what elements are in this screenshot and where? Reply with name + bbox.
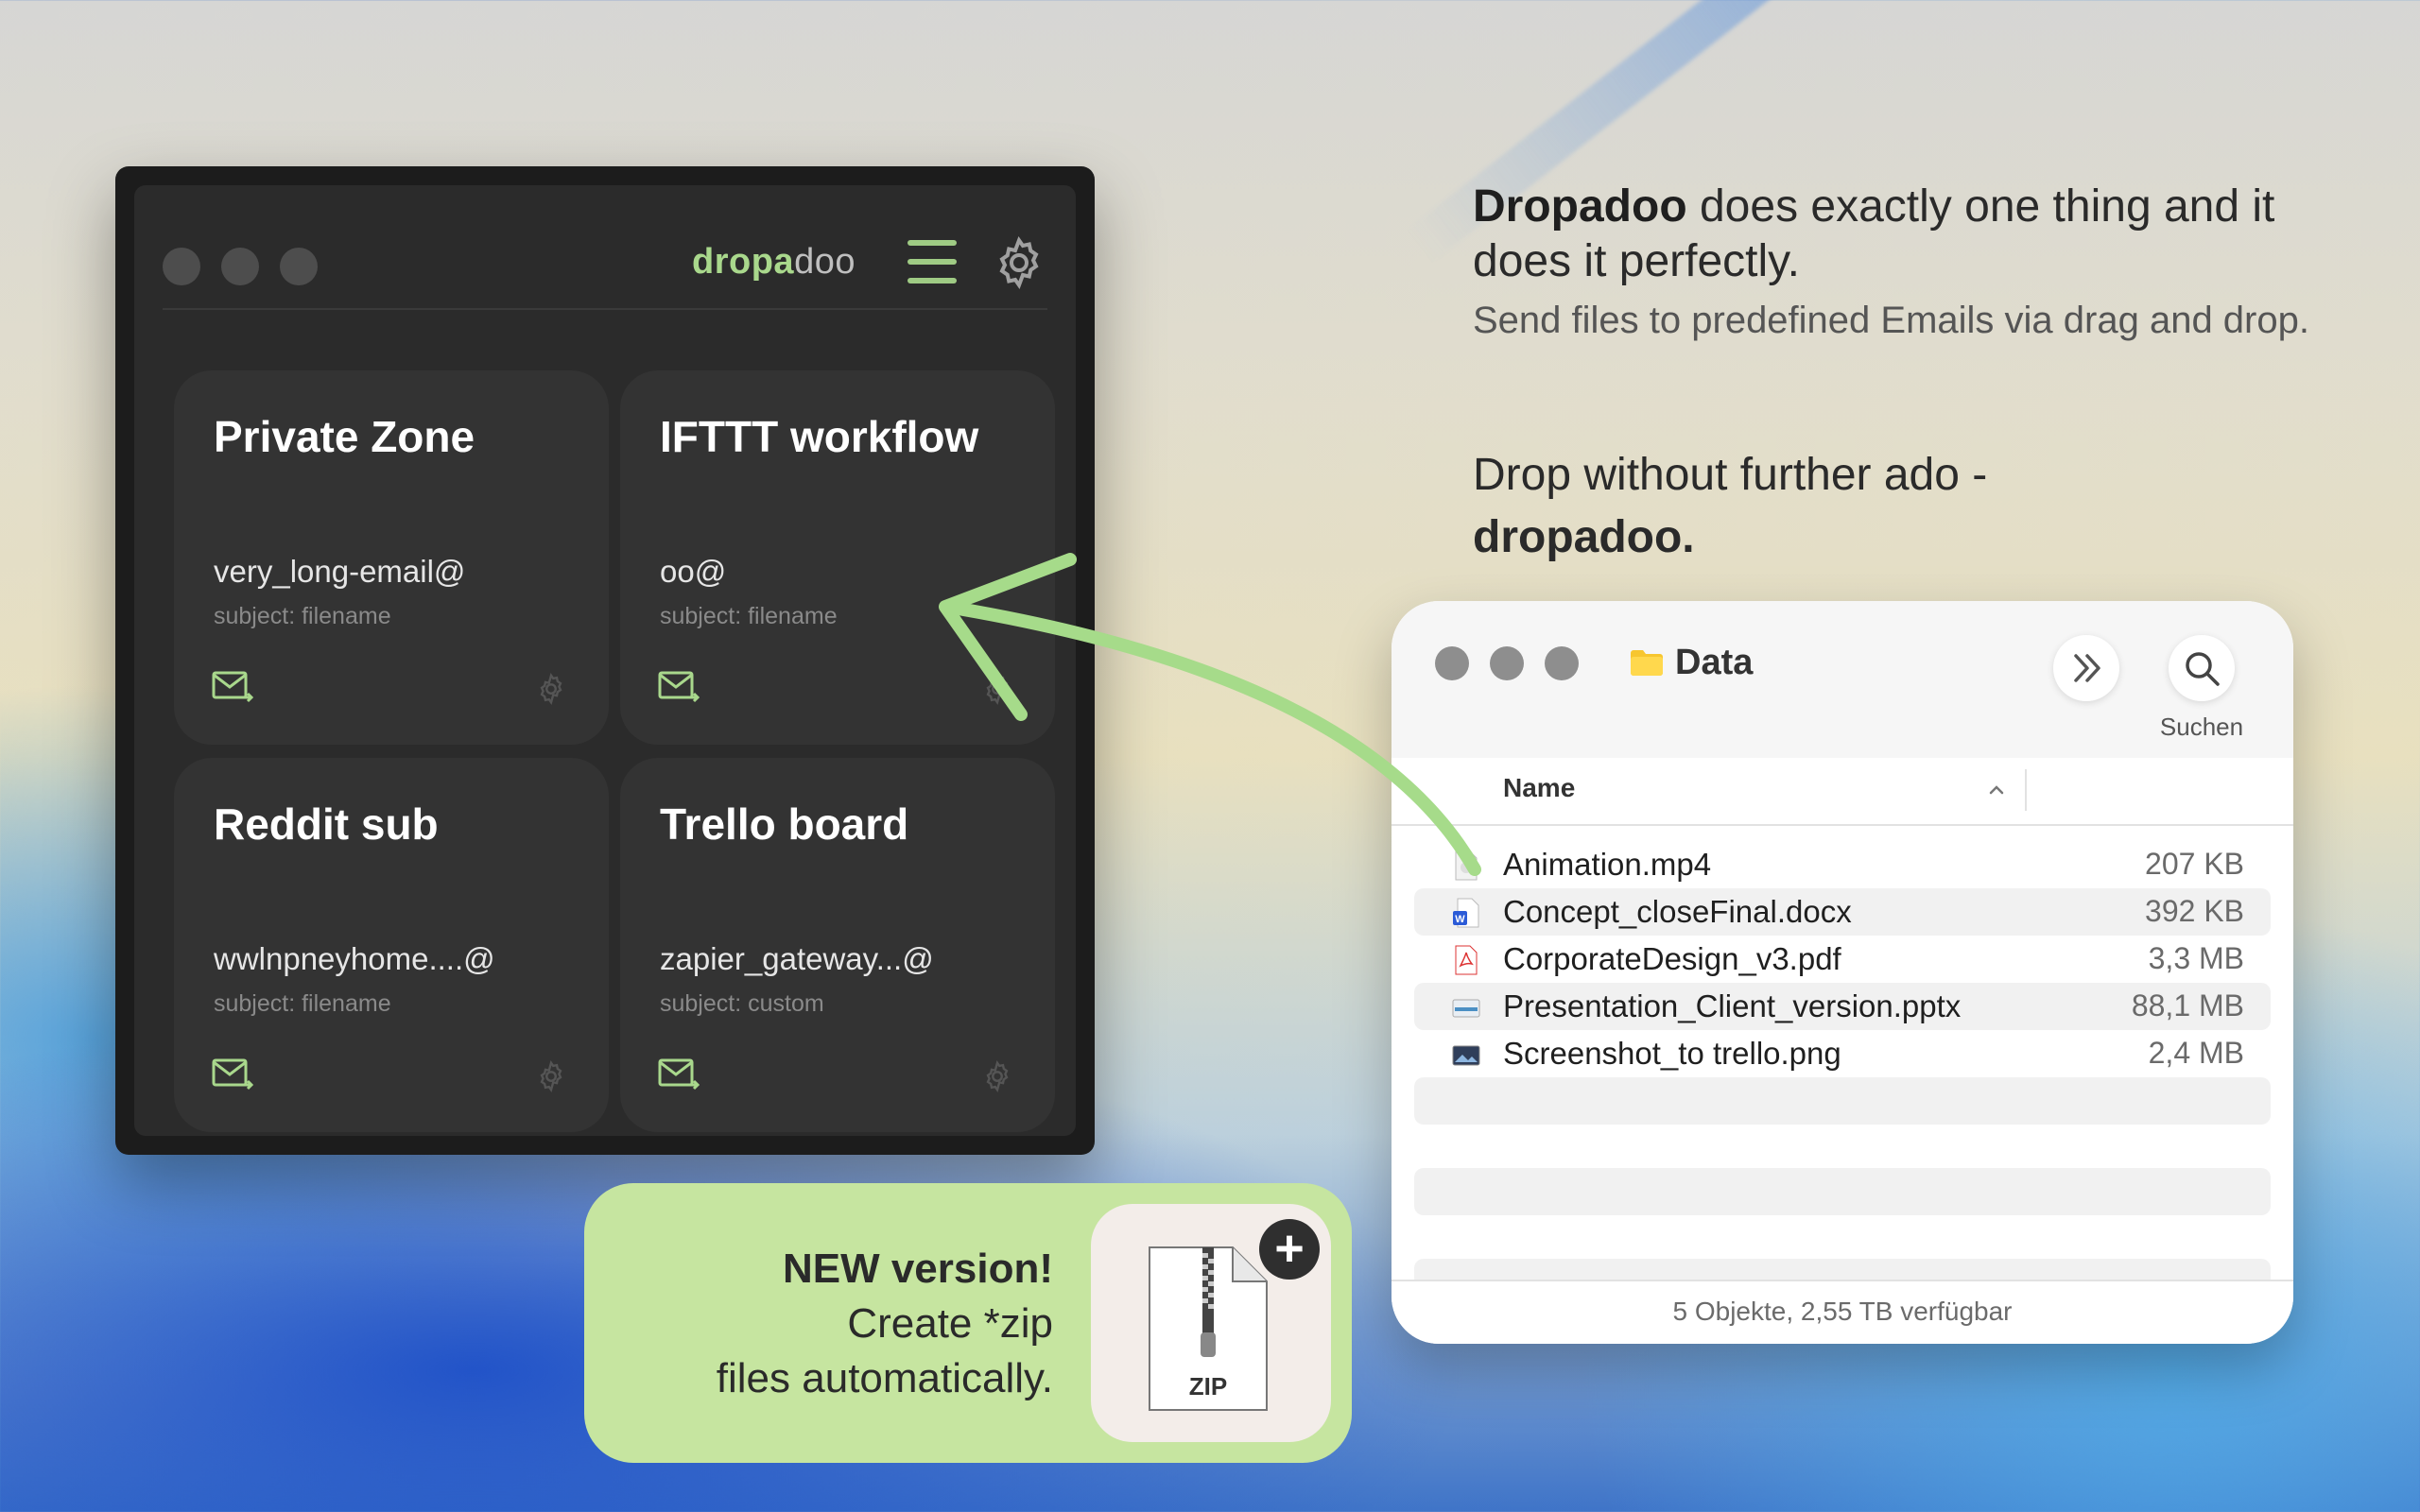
promo-line: files automatically. [716, 1355, 1053, 1401]
finder-minimize-button[interactable] [1490, 646, 1524, 680]
double-chevron-right-icon [2074, 654, 2100, 682]
search-icon [2186, 652, 2220, 686]
marketing-subline: Send files to predefined Emails via drag… [1473, 300, 2309, 341]
tagline-brand: dropadoo. [1473, 512, 1695, 562]
card-email: oo@ [660, 554, 727, 589]
presentation-file-icon [1452, 999, 1480, 1018]
target-card-private-zone[interactable]: Private Zone very_long-email@ subject: f… [174, 370, 609, 745]
column-name-label: Name [1503, 773, 1576, 802]
sort-ascending-icon[interactable] [1985, 779, 2008, 801]
finder-window-title: Data [1675, 643, 1754, 682]
send-mail-icon[interactable] [212, 1058, 253, 1092]
file-row[interactable]: CorporateDesign_v3.pdf 3,3 MB [1414, 936, 2271, 983]
file-size: 2,4 MB [2148, 1036, 2244, 1070]
send-mail-icon[interactable] [658, 1058, 700, 1092]
close-window-button[interactable] [163, 248, 200, 285]
file-row[interactable]: Animation.mp4 207 KB [1414, 841, 2271, 888]
tagline-text: Drop without further ado - [1473, 450, 1988, 500]
card-title: IFTTT workflow [660, 412, 979, 461]
name-column-header[interactable]: Name [1392, 758, 2293, 826]
card-settings-gear-icon[interactable] [979, 1058, 1015, 1094]
file-row[interactable]: W Concept_closeFinal.docx 392 KB [1414, 888, 2271, 936]
zip-feature-tile: ZIP + [1091, 1204, 1331, 1442]
card-subject: subject: filename [214, 603, 391, 629]
send-mail-icon[interactable] [658, 671, 700, 705]
brand-logo: dropadoo [692, 242, 856, 283]
promo-line: Create *zip [847, 1300, 1053, 1347]
brand-logo-part1: dropa [692, 242, 795, 282]
file-name: CorporateDesign_v3.pdf [1503, 941, 1841, 976]
file-size: 3,3 MB [2148, 941, 2244, 975]
file-name: Presentation_Client_version.pptx [1503, 988, 1962, 1023]
drag-arrow-icon [939, 553, 1481, 876]
card-subject: subject: filename [214, 990, 391, 1017]
marketing-tagline: Drop without further ado - dropadoo. [1473, 444, 2324, 569]
card-subject: subject: custom [660, 990, 824, 1017]
hamburger-menu-icon[interactable] [908, 240, 957, 285]
search-label: Suchen [2159, 713, 2244, 741]
marketing-headline: Dropadoo does exactly one thing and it d… [1473, 180, 2324, 289]
file-row[interactable]: Screenshot_to trello.png 2,4 MB [1414, 1030, 2271, 1077]
finder-toolbar: Data Suchen [1392, 601, 2293, 760]
card-title: Private Zone [214, 412, 475, 461]
column-divider[interactable] [2025, 769, 2027, 811]
empty-row [1414, 1077, 2271, 1125]
file-row[interactable]: Presentation_Client_version.pptx 88,1 MB [1414, 983, 2271, 1030]
card-email: very_long-email@ [214, 554, 466, 589]
pdf-file-icon [1455, 945, 1478, 975]
brand-logo-part2: doo [794, 242, 856, 282]
plus-icon: + [1259, 1219, 1320, 1280]
card-email: zapier_gateway...@ [660, 941, 934, 976]
folder-icon [1631, 650, 1663, 676]
svg-text:W: W [1455, 914, 1465, 925]
file-name: Concept_closeFinal.docx [1503, 894, 1852, 929]
card-title: Reddit sub [214, 799, 439, 849]
settings-gear-icon[interactable] [991, 234, 1047, 291]
send-mail-icon[interactable] [212, 671, 253, 705]
zoom-window-button[interactable] [280, 248, 318, 285]
zip-label: ZIP [1188, 1372, 1228, 1400]
file-name: Screenshot_to trello.png [1503, 1036, 1841, 1071]
file-name: Animation.mp4 [1503, 847, 1712, 882]
word-file-icon: W [1453, 898, 1479, 928]
card-settings-gear-icon[interactable] [533, 671, 569, 707]
dropadoo-titlebar: dropadoo [163, 185, 1047, 310]
search-button[interactable] [2169, 635, 2235, 701]
file-size: 392 KB [2145, 894, 2244, 928]
finder-zoom-button[interactable] [1545, 646, 1579, 680]
toolbar-overflow-button[interactable] [2053, 635, 2119, 701]
finder-status-bar: 5 Objekte, 2,55 TB verfügbar [1392, 1280, 2293, 1344]
promo-text: NEW version! Create *zip files automatic… [584, 1242, 1053, 1406]
file-size: 88,1 MB [2131, 988, 2244, 1022]
card-subject: subject: filename [660, 603, 838, 629]
promo-heading: NEW version! [782, 1246, 1053, 1292]
card-email: wwlnpneyhome....@ [214, 941, 495, 976]
target-card-reddit-sub[interactable]: Reddit sub wwlnpneyhome....@ subject: fi… [174, 758, 609, 1132]
card-settings-gear-icon[interactable] [533, 1058, 569, 1094]
image-file-icon [1452, 1045, 1480, 1066]
finder-window: Data Suchen Name Animation.mp4 207 KB W … [1392, 601, 2293, 1344]
new-version-banner: NEW version! Create *zip files automatic… [584, 1183, 1352, 1463]
headline-brand: Dropadoo [1473, 181, 1687, 232]
file-size: 207 KB [2145, 847, 2244, 881]
minimize-window-button[interactable] [221, 248, 259, 285]
empty-row [1414, 1168, 2271, 1215]
